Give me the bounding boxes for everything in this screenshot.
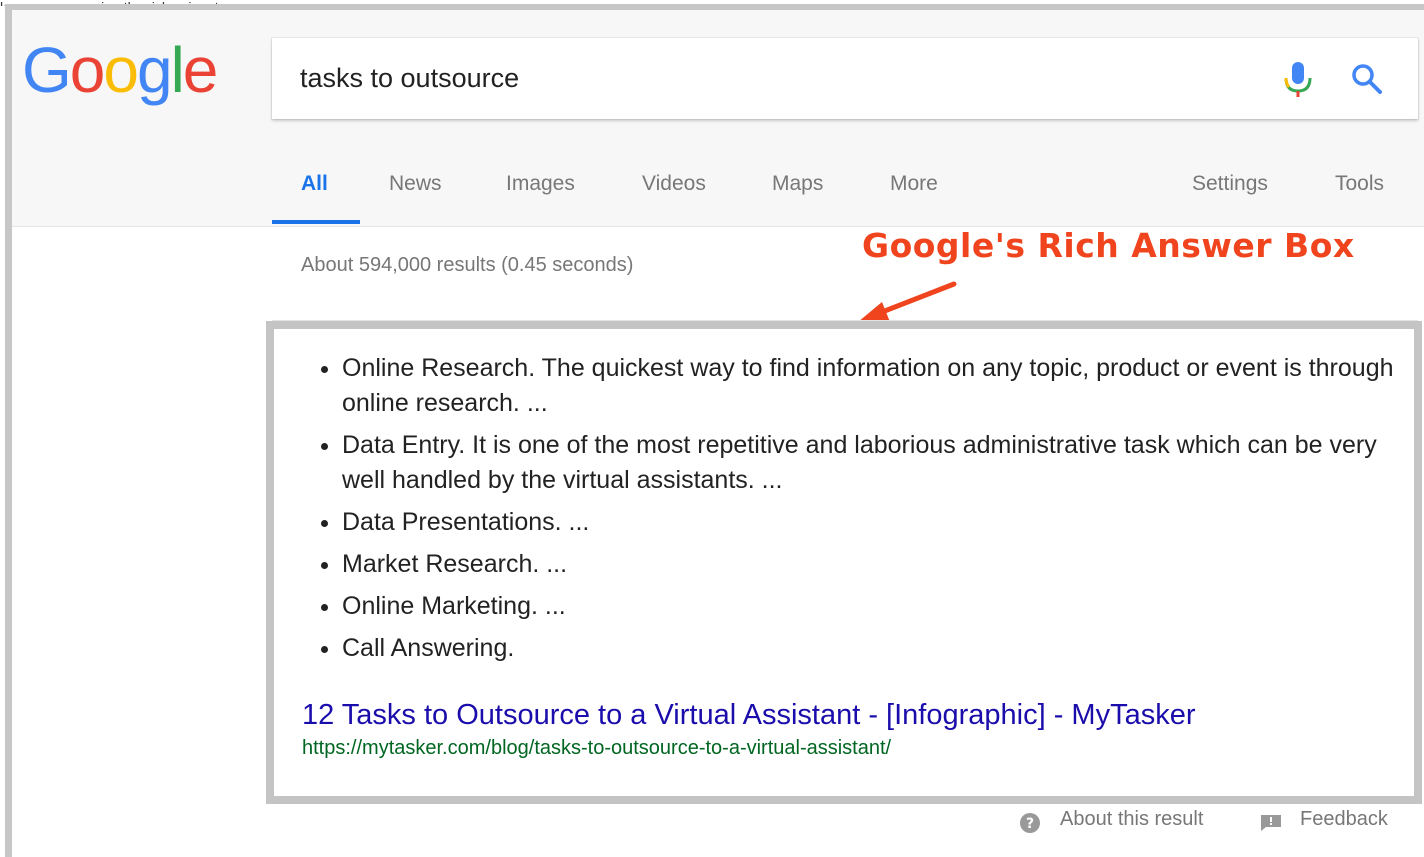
- feedback-link[interactable]: Feedback: [1300, 808, 1388, 831]
- logo-letter: g: [136, 34, 173, 106]
- tab-images[interactable]: Images: [506, 172, 575, 196]
- result-url: https://mytasker.com/blog/tasks-to-outso…: [302, 737, 892, 759]
- tab-news[interactable]: News: [389, 172, 442, 196]
- search-box: [272, 38, 1418, 119]
- list-item: Online Research. The quickest way to fin…: [342, 351, 1422, 421]
- list-item: Data Entry. It is one of the most repeti…: [342, 428, 1422, 498]
- svg-text:?: ?: [1026, 816, 1034, 832]
- tab-maps[interactable]: Maps: [772, 172, 823, 196]
- list-item: Market Research. ...: [342, 547, 1422, 582]
- tab-more[interactable]: More: [890, 172, 938, 196]
- help-icon: ?: [1020, 813, 1040, 833]
- tab-settings[interactable]: Settings: [1192, 172, 1268, 196]
- logo-letter: o: [69, 34, 106, 106]
- logo-letter: l: [170, 34, 185, 106]
- google-logo[interactable]: Google: [22, 34, 219, 106]
- screenshot-frame-left: [5, 4, 12, 857]
- feedback-icon: [1261, 815, 1281, 831]
- logo-letter: G: [22, 34, 72, 106]
- result-footer: ? About this result Feedback: [1014, 806, 1414, 834]
- annotation-label: Google's Rich Answer Box: [862, 226, 1355, 265]
- rich-answer-box: Online Research. The quickest way to fin…: [266, 321, 1422, 804]
- search-icon[interactable]: [1350, 62, 1384, 96]
- search-tabs: All News Images Videos Maps More Setting…: [272, 158, 1418, 226]
- list-item: Data Presentations. ...: [342, 505, 1422, 540]
- tab-all[interactable]: All: [301, 172, 328, 196]
- result-title-link[interactable]: 12 Tasks to Outsource to a Virtual Assis…: [302, 699, 1196, 732]
- tab-tools[interactable]: Tools: [1335, 172, 1384, 196]
- tab-videos[interactable]: Videos: [642, 172, 706, 196]
- search-input[interactable]: [300, 38, 1200, 119]
- about-result-link[interactable]: About this result: [1060, 808, 1203, 831]
- result-stats: About 594,000 results (0.45 seconds): [301, 254, 634, 276]
- list-item: Call Answering.: [342, 631, 1422, 666]
- answer-list: Online Research. The quickest way to fin…: [314, 351, 1422, 673]
- logo-letter: e: [182, 34, 219, 106]
- list-item: Online Marketing. ...: [342, 589, 1422, 624]
- active-tab-indicator: [272, 220, 360, 224]
- mic-icon[interactable]: [1280, 60, 1316, 100]
- logo-letter: o: [103, 34, 139, 106]
